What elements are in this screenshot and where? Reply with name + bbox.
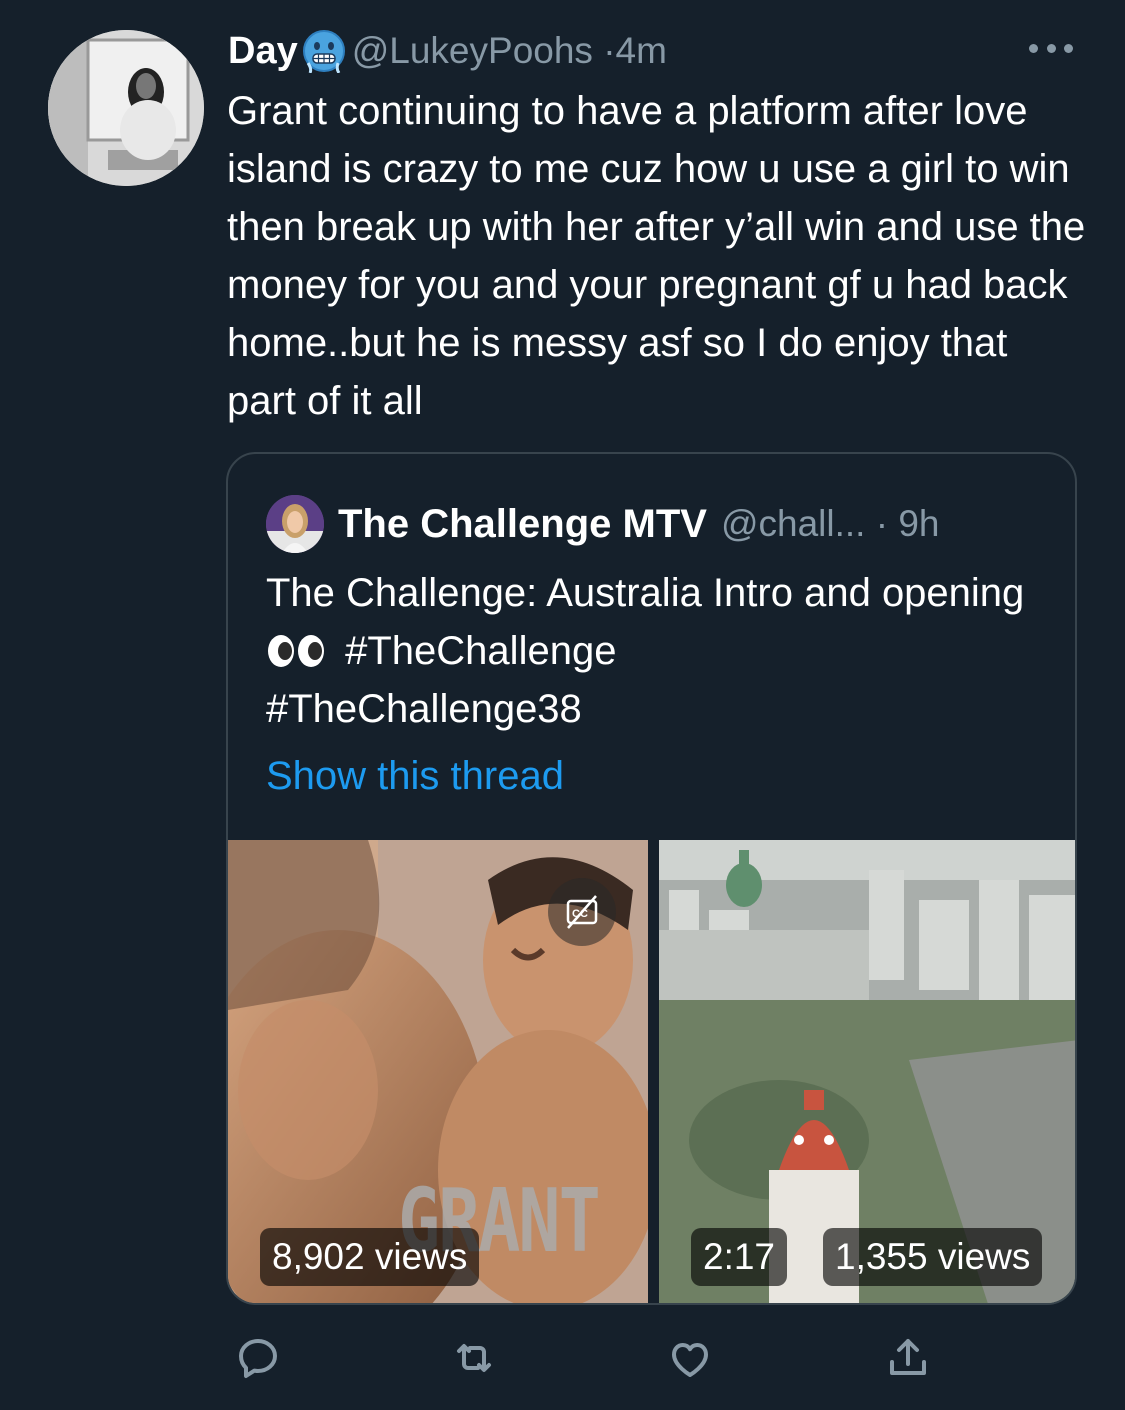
reply-icon: [239, 1339, 277, 1378]
reply-button[interactable]: [230, 1330, 286, 1386]
meta-separator: ·: [603, 30, 616, 71]
quoted-meta-separator: ·: [875, 503, 889, 544]
captions-off-icon: CC: [566, 895, 598, 929]
hashtag-link[interactable]: #TheChallenge38: [266, 687, 582, 731]
show-thread-link[interactable]: Show this thread: [266, 754, 564, 799]
eyes-emoji-icon: [268, 635, 324, 667]
quoted-handle: @chall...: [720, 503, 866, 544]
view-count-badge: 1,355 views: [823, 1228, 1043, 1286]
avatar-image: [48, 30, 204, 186]
quoted-tweet-text: The Challenge: Australia Intro and openi…: [266, 564, 1066, 738]
like-button[interactable]: [662, 1330, 718, 1386]
tweet-text: Grant continuing to have a platform afte…: [227, 89, 1086, 423]
media-grid: CC GRANT 8,902 views: [228, 840, 1075, 1303]
video-thumbnail[interactable]: 2:17 1,355 views: [659, 840, 1075, 1303]
retweet-button[interactable]: [446, 1330, 502, 1386]
tweet-header: Day @LukeyPoohs ·4m: [228, 26, 667, 76]
timestamp[interactable]: 4m: [616, 30, 667, 71]
view-count-badge: 8,902 views: [260, 1228, 480, 1286]
cold-face-emoji-icon: [302, 29, 346, 74]
display-name[interactable]: Day: [228, 30, 298, 73]
captions-toggle-button[interactable]: CC: [548, 878, 616, 946]
video-duration-badge: 2:17: [691, 1228, 788, 1286]
quoted-display-name: The Challenge MTV: [338, 501, 707, 546]
retweet-icon: [457, 1344, 491, 1372]
hashtag-link[interactable]: #TheChallenge: [345, 629, 616, 673]
quoted-text-main: The Challenge: Australia Intro and openi…: [266, 571, 1025, 615]
avatar[interactable]: [48, 30, 204, 186]
share-icon: [890, 1339, 926, 1375]
tweet-actions: [226, 1330, 946, 1386]
quoted-avatar: [266, 495, 324, 553]
quoted-tweet[interactable]: The Challenge MTV @chall... · 9h The Cha…: [226, 452, 1077, 1305]
more-options-icon[interactable]: [1029, 38, 1073, 58]
quoted-tweet-header: The Challenge MTV @chall... · 9h: [266, 494, 939, 554]
heart-icon: [672, 1343, 708, 1377]
share-button[interactable]: [880, 1330, 936, 1386]
handle[interactable]: @LukeyPoohs: [352, 30, 593, 71]
quoted-timestamp: 9h: [898, 503, 940, 544]
tweet[interactable]: Day @LukeyPoohs ·4m Grant continuing to …: [0, 0, 1125, 1410]
video-thumbnail[interactable]: CC GRANT 8,902 views: [228, 840, 648, 1303]
